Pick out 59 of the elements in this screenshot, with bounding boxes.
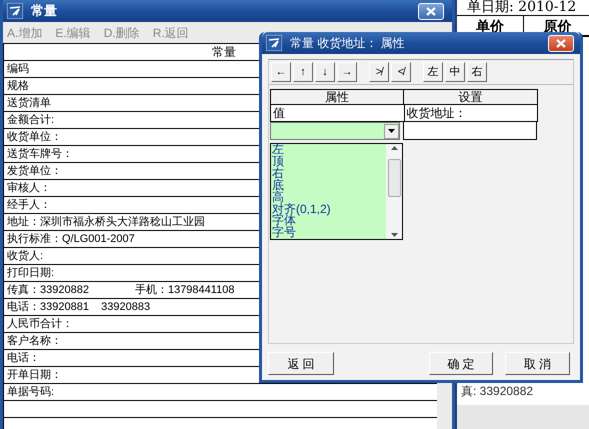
table-cell-text: 编码 [7,62,29,77]
close-icon [426,6,436,16]
cancel-button[interactable]: 取 消 [505,352,570,375]
table-cell-text: 人民币合计： [7,316,73,332]
scrollbar[interactable] [386,144,402,239]
toolbar-button[interactable]: ← [271,62,291,82]
toolbar-button[interactable]: ↑ [293,62,313,82]
toolbar-button[interactable]: 右 [467,62,487,82]
table-cell-text: 送货车牌号： [7,146,73,162]
list-item[interactable]: 对齐(0,1,2) [271,204,386,216]
list-item[interactable]: 字号 [271,227,386,240]
app-icon [7,3,23,19]
table-cell-text: 审核人： [7,180,51,196]
dropdown-caret-icon [388,129,395,133]
table-cell-text: 发货单位： [7,164,62,179]
table-cell-text: 电话： [7,350,40,366]
table-cell-text: 收货人: [7,248,44,264]
list-item[interactable]: 高 [271,192,386,204]
scroll-up-icon [390,146,398,150]
table-cell-text: 电话：33920881 33920883 [7,300,150,315]
back-button[interactable]: 返 回 [268,352,334,375]
grid-cell: 值 [271,105,404,121]
list-item[interactable]: 右 [271,168,386,180]
window-title: 常量 [31,2,57,20]
toolbar-button[interactable]: → [337,62,357,82]
table-cell-text: 经手人： [7,198,51,213]
table-cell-text: 收货单位： [7,130,62,145]
list-item[interactable]: 底 [271,180,386,192]
close-button[interactable] [548,34,574,52]
list-item[interactable]: 顶 [271,156,386,168]
table-cell-text: 送货清单 [7,96,51,111]
toolbar-button[interactable]: ≮ [391,62,411,82]
table-cell-text: 传真：33920882 [7,282,89,298]
close-button[interactable] [418,2,444,20]
value-dropdown[interactable] [270,122,400,140]
property-list[interactable]: 左 顶 右 底 高 对齐(0,1,2) 字体 字号 [270,143,403,240]
table-cell-text: 地址：深圳市福永桥头大洋路稔山工业园 [7,214,205,230]
grid-cell-text: 收货地址： [406,105,468,121]
close-icon [556,38,566,48]
column-header: 设置 [458,90,484,104]
table-cell-text: 手机：13798441108 [134,282,234,298]
table-cell-text: 执行标准：Q/LG001-2007 [7,232,135,247]
scroll-down-icon [390,233,398,237]
table-cell-text: 开单日期： [7,368,62,383]
table-cell-text: 打印日期: [7,266,54,281]
table-cell-text: 客户名称： [7,334,62,349]
table-cell-text: 规格 [7,78,29,94]
toolbar-button[interactable]: ↓ [315,62,335,82]
toolbar-button[interactable]: 中 [445,62,465,82]
list-item[interactable]: 左 [271,144,386,156]
app-icon [266,35,282,51]
fax-text: 真: 33920882 [461,384,534,398]
ok-button[interactable]: 确 定 [429,352,493,375]
table-cell-text: 单据号码: [7,384,54,400]
table-cell-text: 金额合计: [7,112,54,128]
toolbar-button[interactable]: 左 [423,62,443,82]
toolbar-button[interactable]: ≯ [369,62,389,82]
column-header: 属性 [271,90,404,104]
scroll-thumb[interactable] [388,158,400,196]
